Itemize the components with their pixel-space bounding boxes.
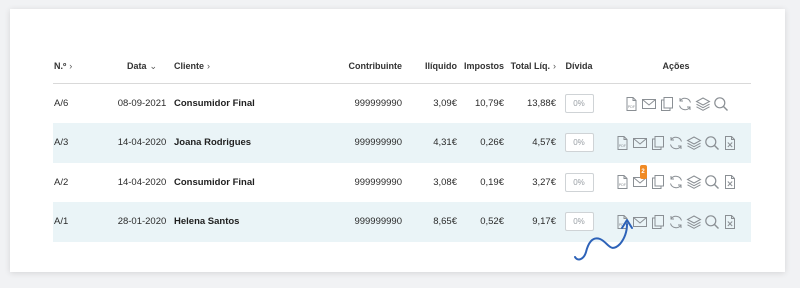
cell-numero: A/1 [54, 216, 69, 228]
search-icon[interactable] [704, 134, 721, 151]
invoices-table: N.º › Data ⌄ Cliente › Contribuinte Ilíquid… [53, 49, 751, 242]
col-header-impostos: Impostos [458, 49, 505, 84]
pdf-icon[interactable]: PDF [614, 174, 631, 191]
cell-numero: A/6 [54, 98, 69, 109]
cell-data: 14-04-2020 [117, 176, 167, 188]
copy-icon[interactable] [659, 95, 676, 112]
col-header-data[interactable]: Data ⌄ [111, 49, 173, 84]
cell-divida: 0% [557, 123, 601, 163]
col-header-contribuinte: Contribuinte [279, 49, 403, 84]
col-header-iliquido: Ilíquido [403, 49, 458, 84]
layers-icon[interactable] [695, 95, 712, 112]
col-header-cliente[interactable]: Cliente › [173, 49, 279, 84]
divida-input[interactable]: 0% [564, 172, 594, 192]
col-header-data-label: Data [126, 60, 147, 71]
cell-iliquido: 4,31€ [433, 137, 457, 149]
cell-contribuinte: 999999990 [354, 216, 402, 228]
cell-contribuinte: 999999990 [354, 98, 402, 109]
cell-total: 3,27€ [532, 176, 556, 188]
divida-input[interactable]: 0% [564, 133, 594, 153]
layers-icon[interactable] [686, 174, 703, 191]
search-icon[interactable] [713, 95, 730, 112]
cell-data: 08-09-2021 [117, 98, 167, 109]
cell-data: 28-01-2020 [117, 216, 167, 228]
layers-icon[interactable] [686, 213, 703, 230]
col-header-total-label: Total Líq. [510, 61, 550, 71]
cell-cliente: Consumidor Final [174, 176, 255, 188]
search-icon[interactable] [704, 174, 721, 191]
cell-iliquido: 3,09€ [433, 98, 457, 109]
email-count-badge: 2 [639, 164, 647, 179]
table-header-row: N.º › Data ⌄ Cliente › Contribuinte Ilíquid… [53, 49, 751, 84]
copy-icon[interactable] [650, 174, 667, 191]
cell-divida: 0% [557, 84, 601, 124]
search-icon[interactable] [704, 213, 721, 230]
cell-total: 13,88€ [526, 98, 556, 109]
col-header-cliente-label: Cliente [174, 61, 205, 71]
chevron-down-icon: ⌄ [149, 60, 158, 71]
cell-divida: 0% [557, 163, 601, 203]
cell-contribuinte: 999999990 [354, 176, 402, 188]
col-header-acoes: Ações [601, 49, 751, 84]
cancel-document-icon[interactable] [722, 174, 739, 191]
sync-icon[interactable] [677, 95, 694, 112]
cell-contribuinte: 999999990 [354, 137, 402, 149]
cell-numero: A/3 [54, 137, 69, 149]
cell-iliquido: 3,08€ [433, 176, 457, 188]
table-row[interactable]: A/2 14-04-2020 Consumidor Final 999999990 3,… [53, 163, 751, 203]
email-icon[interactable] [641, 95, 658, 112]
cell-impostos: 0,52€ [480, 216, 504, 228]
col-header-numero-label: N.º [54, 61, 67, 71]
email-icon[interactable]: 2 [632, 164, 649, 191]
cell-total: 4,57€ [532, 137, 556, 149]
chevron-right-icon: › [69, 61, 73, 71]
chevron-right-icon: › [553, 61, 556, 71]
cell-acoes: PDF [601, 84, 751, 124]
invoices-card: N.º › Data ⌄ Cliente › Contribuinte Ilíquid… [10, 9, 785, 272]
sync-icon[interactable] [668, 134, 685, 151]
sync-icon[interactable] [668, 174, 685, 191]
col-header-divida: Dívida [557, 49, 601, 84]
col-header-numero[interactable]: N.º › [53, 49, 111, 84]
cell-impostos: 10,79€ [474, 98, 504, 109]
cell-impostos: 0,26€ [480, 137, 504, 149]
cell-numero: A/2 [54, 176, 69, 188]
cell-iliquido: 8,65€ [433, 216, 457, 228]
chevron-right-icon: › [207, 61, 211, 71]
pdf-icon[interactable]: PDF [614, 134, 631, 151]
copy-icon[interactable] [650, 213, 667, 230]
svg-text:PDF: PDF [619, 183, 627, 187]
svg-text:PDF: PDF [628, 105, 636, 109]
copy-icon[interactable] [650, 134, 667, 151]
email-icon[interactable] [632, 134, 649, 151]
layers-icon[interactable] [686, 134, 703, 151]
table-row[interactable]: A/3 14-04-2020 Joana Rodrigues 999999990 4,3… [53, 123, 751, 163]
cell-data: 14-04-2020 [117, 137, 167, 149]
cancel-document-icon[interactable] [722, 134, 739, 151]
cell-total: 9,17€ [532, 216, 556, 228]
cell-cliente: Joana Rodrigues [174, 137, 252, 149]
cell-impostos: 0,19€ [480, 176, 504, 188]
sync-icon[interactable] [668, 213, 685, 230]
cell-cliente: Helena Santos [174, 216, 240, 228]
cell-cliente: Consumidor Final [174, 98, 255, 109]
svg-text:PDF: PDF [619, 144, 627, 148]
divida-input[interactable]: 0% [564, 94, 594, 113]
cell-acoes: PDF [601, 123, 751, 163]
col-header-total[interactable]: Total Líq. › [505, 49, 557, 84]
annotation-arrow [574, 219, 633, 261]
cell-acoes: PDF 2 [601, 163, 751, 203]
table-row[interactable]: A/6 08-09-2021 Consumidor Final 999999990 3,… [53, 84, 751, 124]
cancel-document-icon[interactable] [722, 213, 739, 230]
pdf-icon[interactable]: PDF [623, 95, 640, 112]
